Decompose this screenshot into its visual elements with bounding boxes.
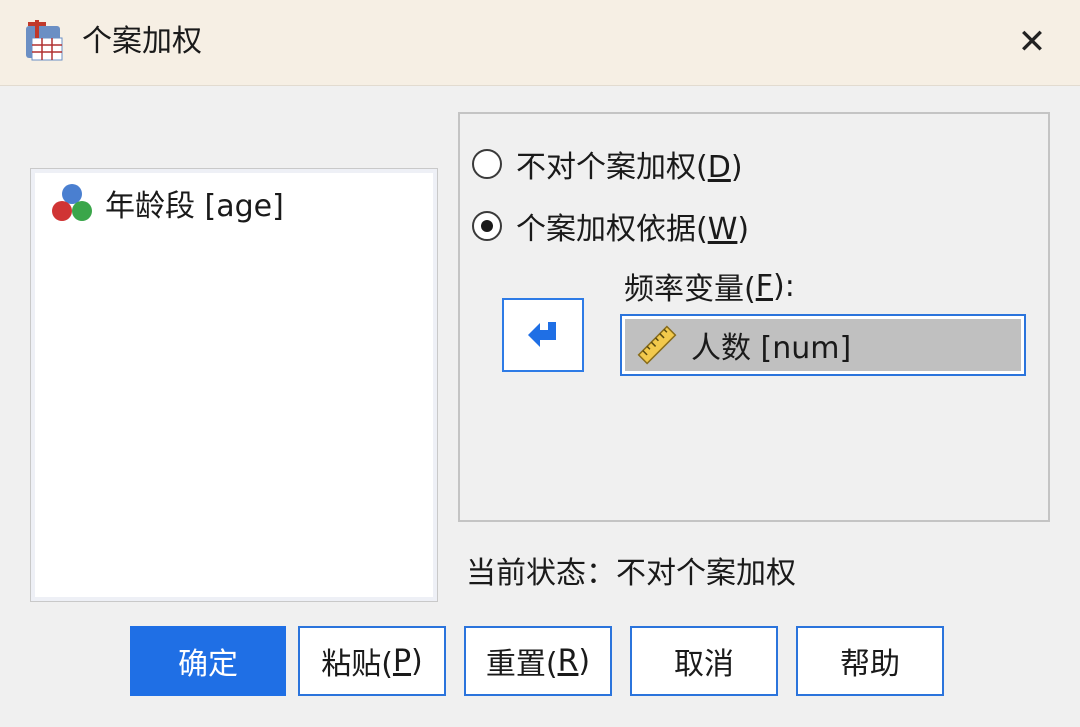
source-variable-list[interactable]: 年龄段 [age] — [30, 168, 438, 602]
radio-circle-checked[interactable] — [472, 211, 502, 241]
help-button[interactable]: 帮助 — [796, 626, 944, 696]
status-value: 不对个案加权 — [616, 556, 796, 591]
reset-button[interactable]: 重置(R) — [464, 626, 612, 696]
title-bar: 个案加权 ✕ — [0, 0, 1080, 86]
close-icon[interactable]: ✕ — [1006, 20, 1058, 64]
arrow-left-icon — [528, 322, 556, 347]
frequency-variable-text: 人数 [num] — [691, 331, 852, 366]
move-variable-button[interactable] — [502, 298, 584, 372]
radio-weight-by[interactable]: 个案加权依据(W) — [472, 204, 749, 248]
weight-cases-app-icon — [26, 20, 63, 61]
frequency-variable-label: 频率变量(F): — [624, 268, 795, 308]
cancel-button[interactable]: 取消 — [630, 626, 778, 696]
weight-options-panel: 不对个案加权(D) 个案加权依据(W) 频率变量(F): 人数 [num] — [458, 112, 1050, 522]
nominal-variable-icon — [52, 184, 92, 221]
frequency-variable-item[interactable]: 人数 [num] — [625, 319, 1021, 371]
variable-label: 年龄段 [age] — [105, 189, 284, 224]
radio-circle-unchecked[interactable] — [472, 149, 502, 179]
window-title: 个案加权 — [82, 24, 202, 59]
scale-ruler-icon — [637, 325, 677, 365]
radio-no-weight-label: 不对个案加权(D) — [516, 150, 743, 185]
ok-button[interactable]: 确定 — [130, 626, 286, 696]
radio-weight-by-label: 个案加权依据(W) — [516, 212, 750, 247]
frequency-variable-field[interactable]: 人数 [num] — [620, 314, 1026, 376]
status-prefix: 当前状态： — [466, 556, 616, 591]
current-status: 当前状态： 不对个案加权 — [466, 554, 796, 594]
radio-no-weight[interactable]: 不对个案加权(D) — [472, 142, 743, 186]
paste-button[interactable]: 粘贴(P) — [298, 626, 446, 696]
variable-item-age[interactable]: 年龄段 [age] — [49, 181, 284, 225]
